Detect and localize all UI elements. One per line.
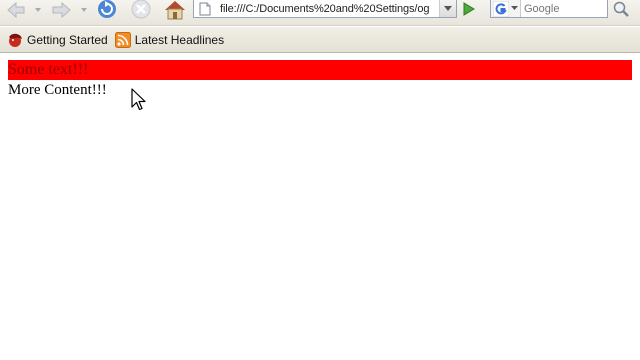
- forward-button[interactable]: [48, 0, 74, 20]
- more-content-text: More Content!!!: [8, 82, 107, 98]
- stop-icon: [131, 0, 151, 19]
- forward-arrow-icon: [52, 1, 71, 19]
- go-button[interactable]: [459, 0, 479, 18]
- back-arrow-icon: [7, 1, 25, 19]
- google-g-icon: [493, 0, 509, 17]
- page-file-icon: [199, 2, 211, 15]
- address-bar[interactable]: file:///C:/Documents%20and%20Settings/og: [193, 0, 457, 18]
- address-history-dropdown[interactable]: [439, 0, 456, 17]
- search-box: [490, 0, 608, 18]
- address-url-text[interactable]: file:///C:/Documents%20and%20Settings/og: [220, 3, 439, 15]
- navigation-toolbar: file:///C:/Documents%20and%20Settings/og: [0, 0, 640, 26]
- firefox-bookmark-icon: [9, 33, 22, 47]
- home-icon: [165, 1, 185, 20]
- browser-window: file:///C:/Documents%20and%20Settings/og: [0, 0, 640, 360]
- back-history-dropdown[interactable]: [34, 5, 42, 15]
- red-text-banner: Some text!!!: [8, 60, 632, 80]
- banner-text: Some text!!!: [8, 61, 89, 78]
- mouse-pointer-icon: [131, 88, 146, 111]
- search-button[interactable]: [610, 0, 632, 18]
- search-engine-picker[interactable]: [491, 0, 521, 17]
- stop-button[interactable]: [128, 0, 154, 20]
- reload-button[interactable]: [94, 0, 120, 20]
- go-arrow-icon: [463, 2, 475, 16]
- bookmark-label: Getting Started: [27, 32, 108, 47]
- home-button[interactable]: [162, 0, 188, 20]
- back-button[interactable]: [4, 0, 28, 20]
- magnifier-search-icon: [613, 1, 629, 17]
- chevron-down-icon: [444, 5, 452, 11]
- rss-feed-icon: [114, 31, 131, 48]
- chevron-down-icon: [511, 6, 518, 10]
- bookmark-label: Latest Headlines: [134, 32, 225, 47]
- search-input[interactable]: [521, 0, 605, 17]
- reload-icon: [98, 0, 116, 18]
- bookmarks-toolbar: Getting Started Latest Headlines: [0, 27, 640, 53]
- forward-history-dropdown[interactable]: [80, 5, 88, 15]
- bookmark-getting-started[interactable]: Getting Started: [4, 30, 111, 50]
- bookmark-latest-headlines[interactable]: Latest Headlines: [112, 30, 227, 50]
- page-content: Some text!!! More Content!!!: [0, 54, 640, 360]
